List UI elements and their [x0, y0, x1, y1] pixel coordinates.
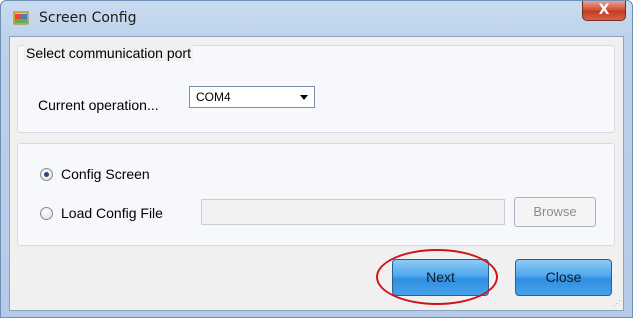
- app-window-icon: [13, 11, 29, 25]
- selected-port-value: COM4: [196, 90, 231, 104]
- dialog-client-area: Select communication port Current operat…: [9, 36, 624, 311]
- next-button[interactable]: Next: [392, 259, 489, 296]
- resize-grip-icon[interactable]: ⋰: [613, 300, 621, 308]
- radio-load-config-file-label[interactable]: Load Config File: [61, 205, 163, 221]
- screen-config-window: Screen Config X Select communication por…: [0, 0, 633, 318]
- window-title: Screen Config: [39, 10, 137, 26]
- close-button[interactable]: Close: [515, 259, 612, 296]
- config-groupbox: [17, 143, 615, 246]
- radio-config-screen[interactable]: [40, 168, 53, 181]
- radio-config-screen-label[interactable]: Config Screen: [61, 166, 150, 182]
- window-close-button[interactable]: X: [582, 1, 626, 21]
- radio-load-config-file[interactable]: [40, 207, 53, 220]
- config-file-path-input[interactable]: [201, 199, 505, 225]
- title-bar[interactable]: Screen Config X: [1, 1, 632, 35]
- operation-label: Current operation...: [38, 97, 159, 113]
- close-icon: X: [598, 2, 610, 18]
- chevron-down-icon: [300, 95, 308, 100]
- port-groupbox: Select communication port Current operat…: [17, 45, 615, 133]
- port-group-title: Select communication port: [24, 45, 193, 61]
- browse-button[interactable]: Browse: [514, 197, 596, 227]
- port-select[interactable]: COM4: [189, 86, 315, 108]
